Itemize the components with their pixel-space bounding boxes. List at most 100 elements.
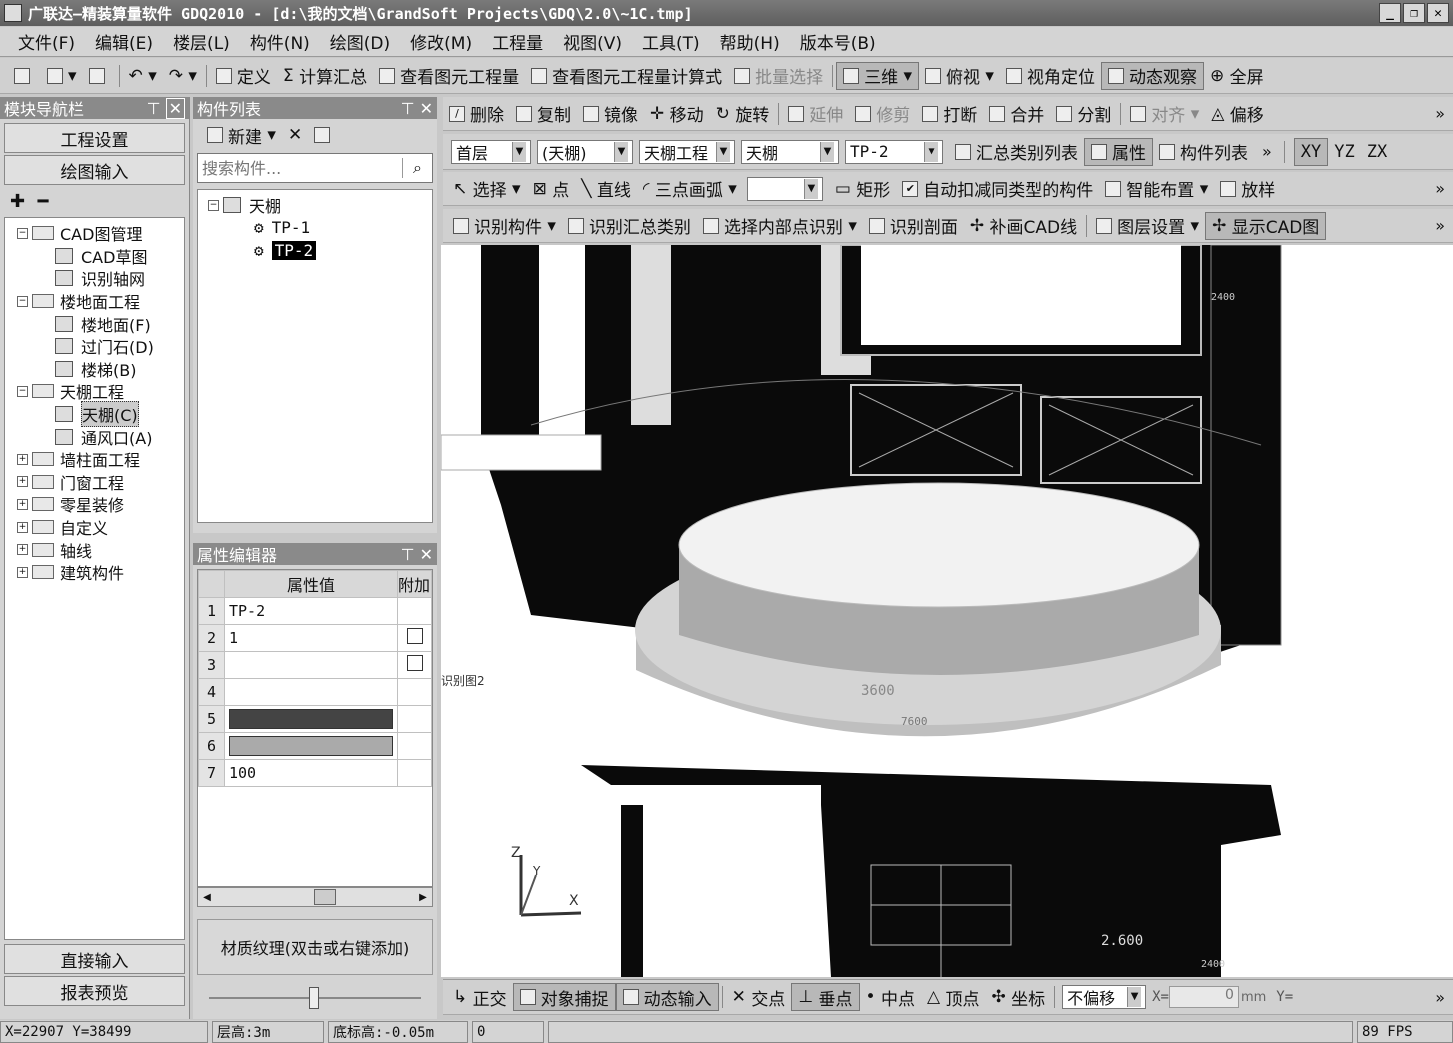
nav-tree-item[interactable]: 通风口(A) <box>17 425 184 448</box>
nav-tree-item[interactable]: − 天棚工程 <box>17 380 184 403</box>
project-select[interactable]: 天棚工程 ▼ <box>639 139 735 164</box>
offset-mode-select[interactable]: 不偏移 ▼ <box>1062 985 1147 1009</box>
menu-item-0[interactable]: 文件(F) <box>8 29 85 54</box>
object-snap-toggle[interactable]: 对象捕捉 <box>512 983 616 1011</box>
collapse-icon[interactable]: − <box>17 227 28 239</box>
identify-component-button[interactable]: 识别构件 ▾ <box>447 212 562 240</box>
expand-icon[interactable]: + <box>17 453 28 465</box>
copy-button[interactable]: 复制 <box>510 100 577 128</box>
line-button[interactable]: ╲ 直线 <box>575 175 637 203</box>
search-icon[interactable]: ⌕ <box>402 158 432 178</box>
color-swatch[interactable] <box>229 709 393 729</box>
texture-slider[interactable] <box>209 985 421 1011</box>
intersect-snap[interactable]: ✕ 交点 <box>726 983 792 1011</box>
summary-list-button[interactable]: 汇总类别列表 <box>949 138 1084 166</box>
calc-summary-button[interactable]: Σ 计算汇总 <box>277 62 373 90</box>
close-window-button[interactable]: ✕ <box>1427 3 1449 23</box>
nav-tree-item[interactable]: 过门石(D) <box>17 335 184 358</box>
menu-item-9[interactable]: 帮助(H) <box>710 29 790 54</box>
select-button[interactable]: ↖ 选择 ▾ <box>447 175 527 203</box>
nav-tree-item[interactable]: + 建筑构件 <box>17 561 184 584</box>
drawing-input-button[interactable]: 绘图输入 <box>4 155 185 185</box>
color-swatch[interactable] <box>229 736 393 756</box>
select-inner-point-button[interactable]: 选择内部点识别 ▾ <box>697 212 863 240</box>
minimize-button[interactable]: _ <box>1379 3 1401 23</box>
arc3-button[interactable]: ◜ 三点画弧 ▾ <box>637 175 743 203</box>
component-item-tp1[interactable]: ⚙ TP-1 <box>208 217 432 240</box>
property-row[interactable]: 1 TP-2 <box>198 597 432 625</box>
point-button[interactable]: ⊠ 点 <box>527 175 576 203</box>
close-icon[interactable]: ✕ <box>165 97 185 119</box>
component-list-button[interactable]: 构件列表 <box>1153 138 1254 166</box>
expand-icon[interactable]: + <box>17 544 28 556</box>
nav-tree-item[interactable]: + 门窗工程 <box>17 471 184 494</box>
nav-tree-item[interactable]: + 零星装修 <box>17 493 184 516</box>
midpoint-snap[interactable]: • 中点 <box>860 983 921 1011</box>
menu-item-7[interactable]: 视图(V) <box>553 29 632 54</box>
nav-tree-item[interactable]: 楼梯(B) <box>17 358 184 381</box>
menu-item-10[interactable]: 版本号(B) <box>790 29 886 54</box>
extra-checkbox[interactable] <box>406 655 423 671</box>
ortho-toggle[interactable]: ↳ 正交 <box>447 983 513 1011</box>
close-icon[interactable]: ✕ <box>420 545 433 564</box>
vertex-snap[interactable]: △ 顶点 <box>921 983 985 1011</box>
coordinate-snap[interactable]: ✣ 坐标 <box>985 983 1051 1011</box>
property-value[interactable] <box>224 732 398 760</box>
expand-all-icon[interactable]: ✚ <box>10 191 25 212</box>
define-button[interactable]: 定义 <box>210 62 277 90</box>
draw-mode-select[interactable]: ▼ <box>746 176 823 201</box>
expand-icon[interactable]: + <box>17 476 28 488</box>
nav-tree-item[interactable]: + 轴线 <box>17 538 184 561</box>
component-item-tp2[interactable]: ⚙ TP-2 <box>208 239 432 262</box>
break-button[interactable]: 打断 <box>916 100 983 128</box>
undo-icon[interactable]: ↶ ▾ <box>123 62 163 90</box>
material-texture-box[interactable]: 材质纹理(双击或右键添加) <box>197 919 433 975</box>
expand-icon[interactable]: + <box>17 498 28 510</box>
view-xy-button[interactable]: XY <box>1293 137 1329 166</box>
pin-icon[interactable]: ⊤ <box>401 545 415 564</box>
delete-button[interactable]: / 删除 <box>443 100 510 128</box>
view3d-button[interactable]: 三维 ▾ <box>836 61 920 90</box>
nav-tree-item[interactable]: − CAD图管理 <box>17 222 184 245</box>
property-row[interactable]: 4 <box>198 678 432 706</box>
property-value[interactable] <box>224 678 398 706</box>
tree-root-ceiling[interactable]: − 天棚 <box>208 194 432 217</box>
nav-tree-item[interactable]: + 自定义 <box>17 516 184 539</box>
view-qty-button[interactable]: 查看图元工程量 <box>373 62 525 90</box>
extra-checkbox[interactable] <box>406 628 423 644</box>
more-icon[interactable]: » <box>1435 216 1445 235</box>
view-zx-button[interactable]: ZX <box>1361 138 1393 166</box>
more-icon[interactable]: » <box>1435 988 1445 1007</box>
redo-icon[interactable]: ↷ ▾ <box>163 62 203 90</box>
nav-tree-item[interactable]: CAD草图 <box>17 245 184 268</box>
floor-select[interactable]: 首层 ▼ <box>451 139 531 164</box>
nav-tree-item[interactable]: 识别轴网 <box>17 267 184 290</box>
properties-button[interactable]: 属性 <box>1084 137 1153 166</box>
auto-deduct-checkbox[interactable]: ✔ 自动扣减同类型的构件 <box>896 175 1099 203</box>
copy-component-icon[interactable] <box>308 121 341 149</box>
instance-select[interactable]: TP-2 ▼ <box>845 139 943 164</box>
pin-icon[interactable]: ⊤ <box>401 99 415 118</box>
align-button[interactable]: 对齐 ▾ <box>1124 100 1205 128</box>
x-offset-input[interactable]: 0 <box>1168 986 1239 1008</box>
property-row[interactable]: 5 <box>198 705 432 733</box>
batch-select-button[interactable]: 批量选择 <box>728 62 829 90</box>
project-settings-button[interactable]: 工程设置 <box>4 123 185 153</box>
menu-item-4[interactable]: 绘图(D) <box>320 29 400 54</box>
component-search-input[interactable] <box>198 158 402 178</box>
fullscreen-button[interactable]: ⊕ 全屏 <box>1204 62 1270 90</box>
menu-item-2[interactable]: 楼层(L) <box>163 29 240 54</box>
open-file-icon[interactable]: ▾ <box>41 62 83 90</box>
component-type-select[interactable]: 天棚 ▼ <box>741 139 839 164</box>
collapse-all-icon[interactable]: ━ <box>38 191 49 212</box>
report-preview-button[interactable]: 报表预览 <box>4 976 185 1006</box>
rotate-button[interactable]: ↻ 旋转 <box>710 100 776 128</box>
pin-icon[interactable]: ⊤ <box>147 99 161 118</box>
move-button[interactable]: ✛ 移动 <box>644 100 710 128</box>
property-value[interactable]: TP-2 <box>224 597 398 625</box>
offset-button[interactable]: ◬ 偏移 <box>1205 100 1269 128</box>
prop-hscrollbar[interactable]: ◀ ▶ <box>197 887 433 907</box>
type-group-select[interactable]: (天棚) ▼ <box>537 139 633 164</box>
collapse-icon[interactable]: − <box>17 385 28 397</box>
identify-section-button[interactable]: 识别剖面 <box>863 212 964 240</box>
